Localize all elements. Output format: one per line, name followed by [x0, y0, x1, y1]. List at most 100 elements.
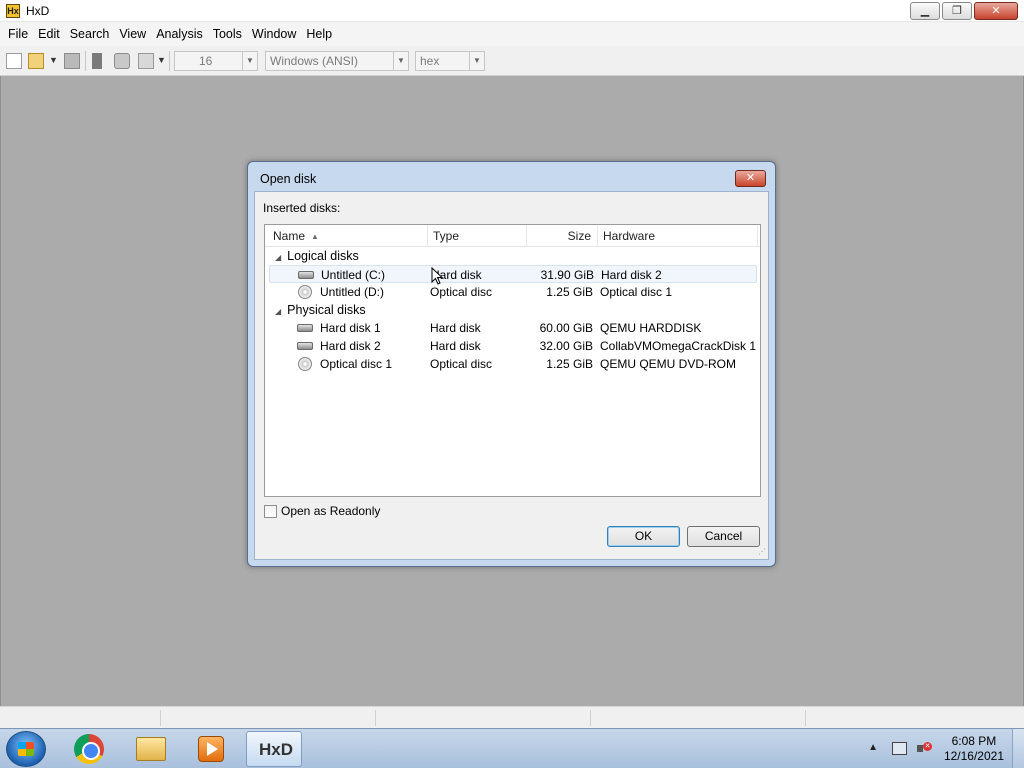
- column-type[interactable]: Type: [428, 225, 527, 247]
- show-hidden-icons-icon[interactable]: ▲: [868, 742, 878, 753]
- list-item[interactable]: Untitled (D:) Optical disc 1.25 GiB Opti…: [265, 283, 760, 301]
- disk-hardware: Optical disc 1: [600, 285, 673, 299]
- disk-size: 60.00 GiB: [539, 321, 593, 335]
- chevron-down-icon[interactable]: ▼: [393, 52, 408, 70]
- disk-hardware: QEMU HARDDISK: [600, 321, 702, 335]
- list-item[interactable]: Untitled (C:) Hard disk 31.90 GiB Hard d…: [269, 265, 757, 283]
- folder-icon: [136, 737, 166, 761]
- group-label: Logical disks: [287, 249, 359, 263]
- disk-type: Hard disk: [430, 321, 481, 335]
- offset-base-value: hex: [420, 54, 440, 68]
- group-logical-disks[interactable]: ◢ Logical disks: [275, 247, 359, 267]
- toolbar-separator: [169, 51, 170, 71]
- hard-disk-icon: [297, 342, 313, 350]
- menu-search[interactable]: Search: [65, 27, 115, 41]
- toolbar: ▼ ▼ 16 ▼ Windows (ANSI) ▼ hex ▼: [0, 46, 1024, 76]
- show-desktop-button[interactable]: [1012, 729, 1024, 768]
- open-readonly-option[interactable]: Open as Readonly: [264, 504, 380, 518]
- start-button[interactable]: [6, 731, 46, 767]
- column-type-label: Type: [433, 229, 460, 243]
- system-clock[interactable]: 6:08 PM 12/16/2021: [944, 734, 1004, 764]
- ok-button[interactable]: OK: [607, 526, 680, 547]
- taskbar-explorer[interactable]: [122, 731, 178, 767]
- menubar: File Edit Search View Analysis Tools Win…: [0, 22, 1024, 46]
- resize-grip-icon[interactable]: ⋰: [756, 547, 766, 557]
- open-disk-image-icon[interactable]: [138, 53, 154, 69]
- column-name[interactable]: Name ▲: [265, 225, 428, 247]
- disk-type: Hard disk: [430, 339, 481, 353]
- list-item[interactable]: Optical disc 1 Optical disc 1.25 GiB QEM…: [265, 355, 760, 373]
- chevron-down-icon[interactable]: ▼: [469, 52, 484, 70]
- hxd-icon: HxD: [259, 740, 294, 759]
- statusbar-separator: [160, 710, 161, 726]
- disk-name: Untitled (C:): [321, 268, 386, 282]
- menu-view[interactable]: View: [114, 27, 151, 41]
- open-ram-icon[interactable]: [92, 53, 102, 69]
- offset-base-select[interactable]: hex ▼: [415, 51, 485, 71]
- window-controls: ▁ ❐ ✕: [910, 2, 1018, 20]
- clock-date: 12/16/2021: [943, 749, 1004, 763]
- hard-disk-icon: [297, 324, 313, 332]
- volume-muted-icon[interactable]: ✕: [917, 742, 932, 755]
- disk-hardware: Hard disk 2: [601, 268, 662, 282]
- taskbar-chrome[interactable]: [60, 731, 116, 767]
- menu-window[interactable]: Window: [247, 27, 301, 41]
- disk-dropdown-icon[interactable]: ▼: [157, 55, 166, 65]
- restore-button[interactable]: ❐: [942, 2, 972, 20]
- disk-list[interactable]: Name ▲ Type Size Hardware ◢ Logical disks …: [264, 224, 761, 497]
- optical-disc-icon: [298, 357, 312, 371]
- save-icon[interactable]: [64, 53, 80, 69]
- statusbar-separator: [590, 710, 591, 726]
- disk-name: Untitled (D:): [320, 285, 385, 299]
- disk-name: Hard disk 2: [320, 339, 381, 353]
- dialog-title: Open disk: [260, 172, 317, 186]
- disk-name: Optical disc 1: [320, 357, 393, 371]
- list-item[interactable]: Hard disk 2 Hard disk 32.00 GiB CollabVM…: [265, 337, 760, 355]
- chrome-icon: [74, 734, 104, 764]
- open-disk-dialog: Open disk ✕ Inserted disks: Name ▲ Type S…: [247, 161, 776, 567]
- open-disk-icon[interactable]: [114, 53, 130, 69]
- readonly-checkbox[interactable]: [264, 504, 277, 518]
- cancel-button[interactable]: Cancel: [687, 526, 760, 547]
- column-hardware[interactable]: Hardware: [598, 225, 758, 247]
- menu-analysis[interactable]: Analysis: [151, 27, 208, 41]
- menu-help[interactable]: Help: [301, 27, 337, 41]
- taskbar-hxd[interactable]: HxD: [246, 731, 302, 767]
- column-size[interactable]: Size: [527, 225, 598, 247]
- collapse-caret-icon[interactable]: ◢: [275, 253, 281, 262]
- group-physical-disks[interactable]: ◢ Physical disks: [275, 301, 366, 321]
- hard-disk-icon: [298, 271, 314, 279]
- open-file-icon[interactable]: [28, 53, 44, 69]
- clock-time: 6:08 PM: [951, 734, 997, 748]
- disk-type: Optical disc: [430, 357, 493, 371]
- list-item[interactable]: Hard disk 1 Hard disk 60.00 GiB QEMU HAR…: [265, 319, 760, 337]
- menu-edit[interactable]: Edit: [33, 27, 65, 41]
- disk-type: Optical disc: [430, 285, 493, 299]
- menu-tools[interactable]: Tools: [208, 27, 247, 41]
- bytes-per-row-select[interactable]: 16 ▼: [174, 51, 258, 71]
- collapse-caret-icon[interactable]: ◢: [275, 307, 281, 316]
- minimize-icon: ▁: [920, 5, 930, 17]
- dialog-close-button[interactable]: ✕: [735, 170, 766, 187]
- window-title: HxD: [26, 4, 50, 18]
- mouse-cursor-icon: [431, 267, 443, 285]
- close-button[interactable]: ✕: [974, 2, 1018, 20]
- disk-hardware: CollabVMOmegaCrackDisk 1: [600, 339, 757, 353]
- disk-hardware: QEMU QEMU DVD-ROM: [600, 357, 736, 371]
- statusbar: [0, 706, 1024, 728]
- chevron-down-icon[interactable]: ▼: [242, 52, 257, 70]
- new-file-icon[interactable]: [6, 53, 22, 69]
- open-dropdown-icon[interactable]: ▼: [49, 55, 58, 65]
- list-header: Name ▲ Type Size Hardware: [265, 225, 760, 247]
- disk-name: Hard disk 1: [320, 321, 381, 335]
- bytes-per-row-value: 16: [199, 54, 213, 68]
- dialog-body: Inserted disks: Name ▲ Type Size Hardware…: [254, 191, 769, 560]
- menu-file[interactable]: File: [3, 27, 33, 41]
- taskbar-media-player[interactable]: [184, 731, 240, 767]
- minimize-button[interactable]: ▁: [910, 2, 940, 20]
- network-icon[interactable]: [892, 742, 907, 755]
- column-size-label: Size: [567, 229, 591, 243]
- taskbar: HxD ▲ ✕ 6:08 PM 12/16/2021: [0, 728, 1024, 768]
- charset-select[interactable]: Windows (ANSI) ▼: [265, 51, 409, 71]
- main-titlebar: Hx HxD ▁ ❐ ✕: [0, 0, 1024, 22]
